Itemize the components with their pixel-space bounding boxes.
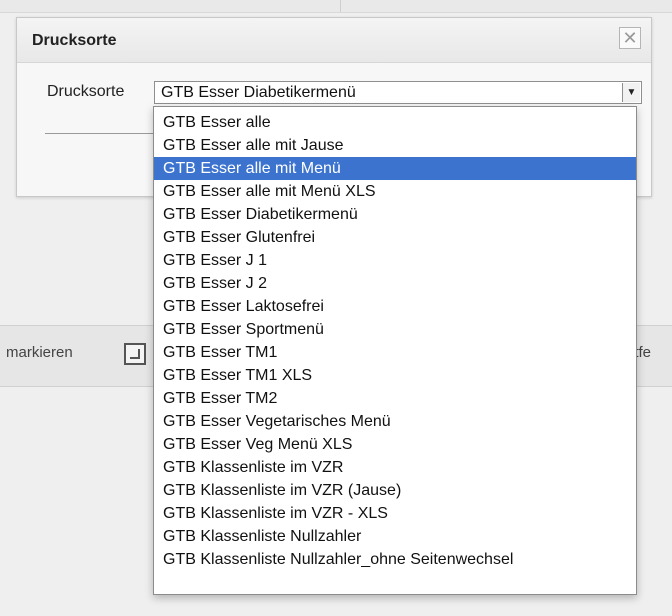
dropdown-option[interactable]: GTB Esser alle mit Menü XLS [154, 180, 636, 203]
dropdown-option[interactable]: GTB Esser J 1 [154, 249, 636, 272]
dropdown-option[interactable]: GTB Esser alle mit Jause [154, 134, 636, 157]
dropdown-option[interactable]: GTB Esser Glutenfrei [154, 226, 636, 249]
dialog-title: Drucksorte [32, 32, 117, 49]
dropdown-option[interactable]: GTB Esser TM2 [154, 387, 636, 410]
dropdown-option[interactable]: GTB Esser Sportmenü [154, 318, 636, 341]
dropdown-option[interactable]: GTB Esser TM1 [154, 341, 636, 364]
drucksorte-dropdown-list: GTB Esser alle GTB Esser alle mit Jause GT… [153, 106, 637, 595]
dropdown-option[interactable]: GTB Esser Diabetikermenü [154, 203, 636, 226]
drucksorte-field-label: Drucksorte [47, 83, 125, 100]
close-icon: ✕ [622, 28, 638, 48]
dropdown-option[interactable]: GTB Klassenliste im VZR (Jause) [154, 479, 636, 502]
close-button[interactable]: ✕ [619, 27, 641, 49]
dropdown-option[interactable]: GTB Esser alle [154, 111, 636, 134]
dropdown-option[interactable]: GTB Klassenliste Nullzahler_ohne Seitenw… [154, 548, 636, 571]
select-value: GTB Esser Diabetikermenü [161, 84, 356, 101]
background-top-bar [0, 0, 672, 13]
dropdown-option[interactable]: GTB Klassenliste im VZR - XLS [154, 502, 636, 525]
square-icon[interactable] [124, 343, 146, 365]
dropdown-option[interactable]: GTB Esser TM1 XLS [154, 364, 636, 387]
dialog-header: Drucksorte ✕ [17, 18, 651, 63]
dropdown-option[interactable]: GTB Esser alle mit Menü [154, 157, 636, 180]
background-mark-label[interactable]: markieren [6, 344, 73, 361]
drucksorte-select[interactable]: GTB Esser Diabetikermenü ▼ [154, 81, 642, 104]
dropdown-option[interactable]: GTB Esser J 2 [154, 272, 636, 295]
dropdown-option[interactable]: GTB Esser Vegetarisches Menü [154, 410, 636, 433]
background-divider [340, 0, 341, 12]
chevron-down-icon[interactable]: ▼ [622, 83, 640, 102]
dropdown-option[interactable]: GTB Klassenliste im VZR [154, 456, 636, 479]
dropdown-option[interactable]: GTB Esser Laktosefrei [154, 295, 636, 318]
dropdown-option[interactable]: GTB Esser Veg Menü XLS [154, 433, 636, 456]
dropdown-option[interactable]: GTB Klassenliste Nullzahler [154, 525, 636, 548]
